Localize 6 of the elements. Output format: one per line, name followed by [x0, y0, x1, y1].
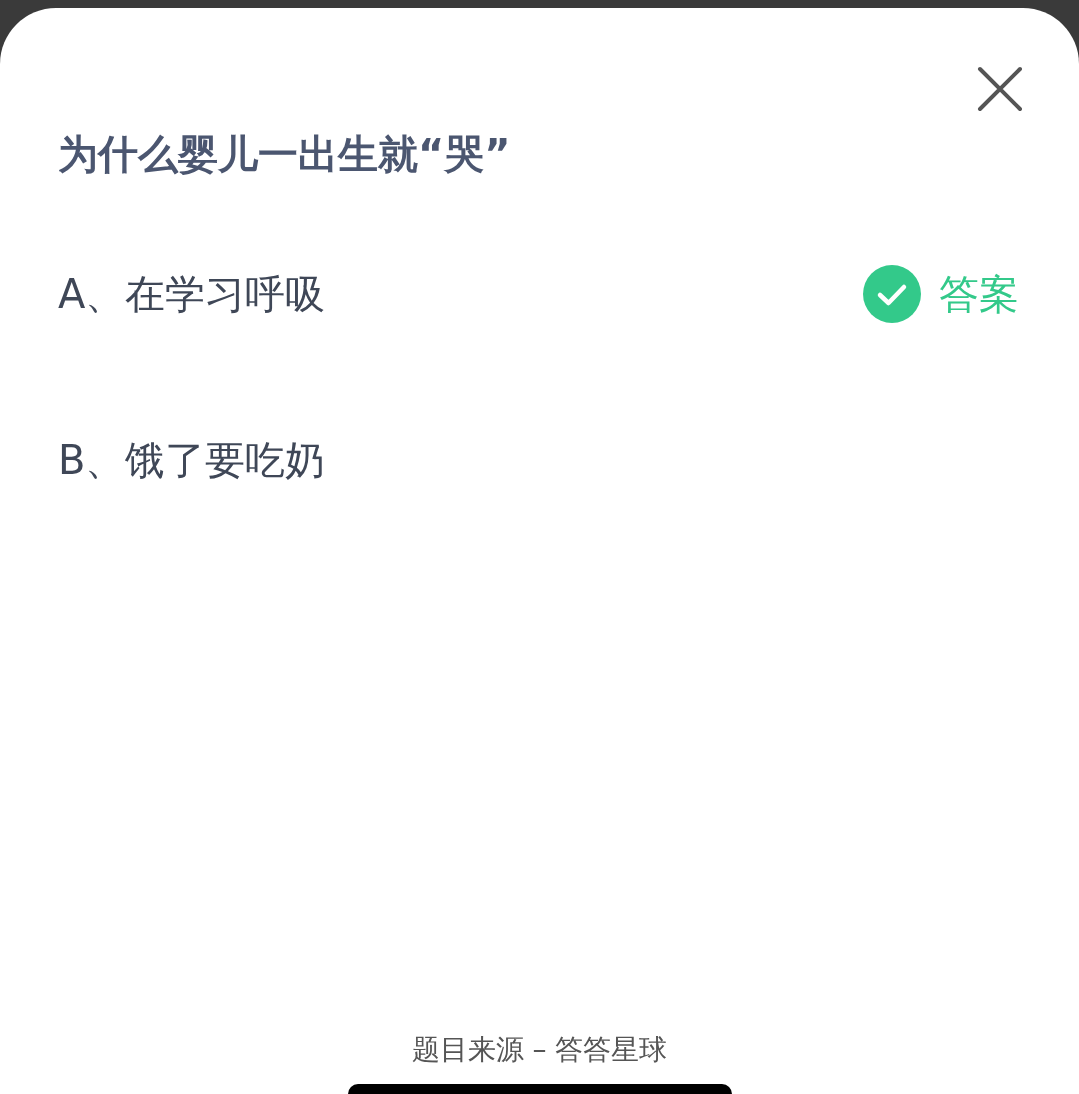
answer-option[interactable]: B、饿了要吃奶	[58, 432, 326, 488]
source-text: 题目来源 – 答答星球	[411, 1032, 668, 1068]
answer-label: 答案	[939, 270, 1019, 319]
question-title: 为什么婴儿一出生就“哭”	[58, 130, 511, 179]
answer-option[interactable]: A、在学习呼吸	[58, 266, 326, 322]
close-icon	[977, 66, 1023, 112]
